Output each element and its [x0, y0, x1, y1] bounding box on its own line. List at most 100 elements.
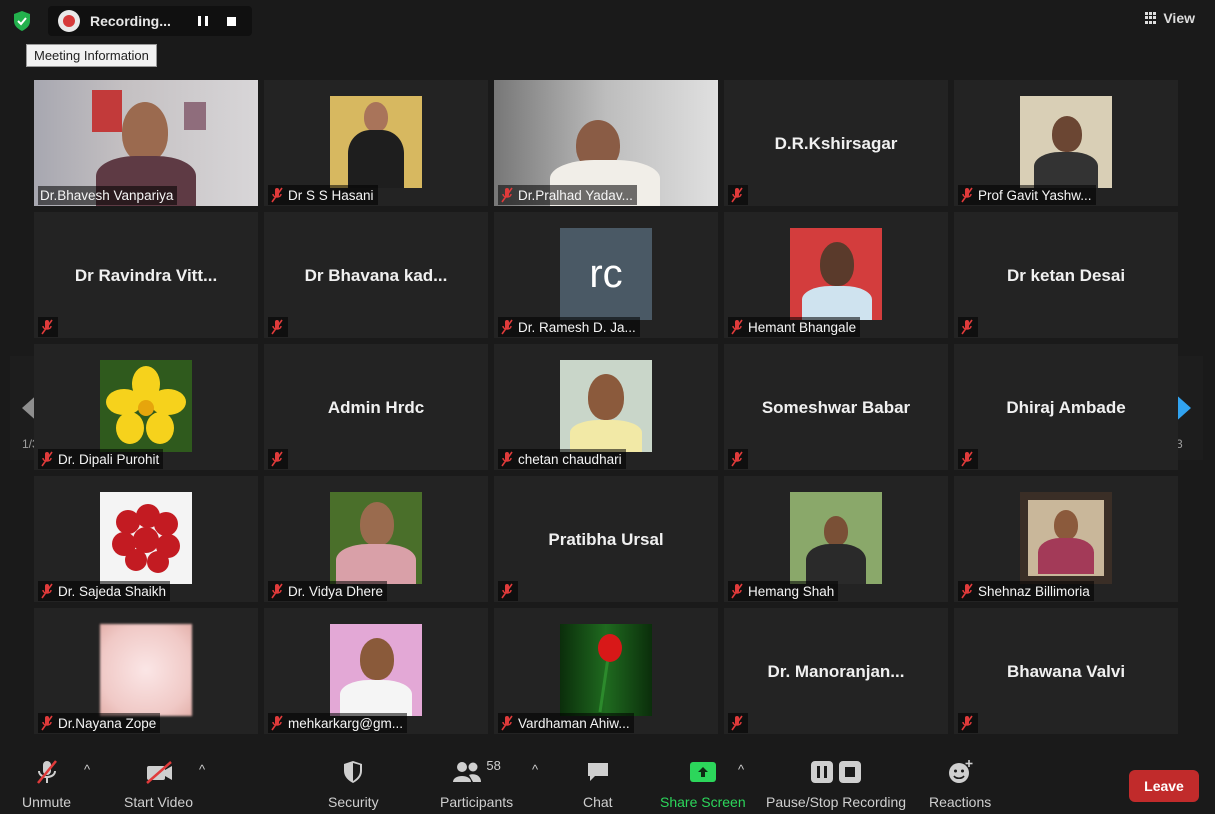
- unmute-button[interactable]: Unmute: [22, 756, 71, 810]
- participants-count: 58: [486, 758, 501, 773]
- recording-indicator: Recording...: [48, 6, 252, 36]
- participant-name-label: Dr. Sajeda Shaikh: [38, 581, 171, 601]
- participants-button[interactable]: 58 Participants: [440, 756, 513, 810]
- participant-display-name: Dr Bhavana kad...: [304, 266, 448, 285]
- participant-name-label: Prof Gavit Yashw...: [958, 185, 1096, 205]
- participant-name-label: [958, 449, 978, 469]
- security-button[interactable]: Security: [328, 756, 379, 810]
- participant-name: Dr. Dipali Purohit: [58, 451, 160, 467]
- participant-tile[interactable]: Admin Hrdc: [264, 344, 488, 470]
- profile-picture: [1020, 492, 1112, 584]
- profile-picture: [100, 360, 192, 452]
- participant-display-name: D.R.Kshirsagar: [774, 134, 898, 153]
- participant-tile[interactable]: rc Dr. Ramesh D. Ja...: [494, 212, 718, 338]
- muted-microphone-icon: [36, 760, 57, 784]
- muted-mic-icon: [271, 715, 283, 731]
- muted-mic-icon: [961, 583, 973, 599]
- participant-tile[interactable]: Someshwar Babar: [724, 344, 948, 470]
- grid-view-icon: [1145, 12, 1157, 24]
- participant-display-name: Dr ketan Desai: [1006, 266, 1126, 285]
- participant-name: Hemang Shah: [748, 583, 835, 599]
- reactions-emoji-icon: [949, 760, 973, 783]
- participants-label: Participants: [440, 794, 514, 810]
- pause-stop-recording-button[interactable]: Pause/Stop Recording: [766, 756, 906, 810]
- participant-name-label: Hemang Shah: [728, 581, 839, 601]
- participant-tile[interactable]: Shehnaz Billimoria: [954, 476, 1178, 602]
- chat-button[interactable]: Chat: [583, 756, 613, 810]
- participant-tile[interactable]: D.R.Kshirsagar: [724, 80, 948, 206]
- participant-tile[interactable]: Dhiraj Ambade: [954, 344, 1178, 470]
- participant-tile[interactable]: Dr. Vidya Dhere: [264, 476, 488, 602]
- muted-mic-icon: [271, 319, 283, 335]
- participant-display-name: Dr Ravindra Vitt...: [74, 266, 218, 285]
- muted-mic-icon: [501, 583, 513, 599]
- participant-tile[interactable]: Hemant Bhangale: [724, 212, 948, 338]
- participant-tile[interactable]: Prof Gavit Yashw...: [954, 80, 1178, 206]
- roses-image: [112, 504, 180, 573]
- participant-tile[interactable]: Vardhaman Ahiw...: [494, 608, 718, 734]
- profile-picture: [330, 492, 422, 584]
- participant-name-label: mehkarkarg@gm...: [268, 713, 407, 733]
- reactions-button[interactable]: Reactions: [929, 756, 991, 810]
- video-options-caret-icon[interactable]: ^: [199, 762, 205, 777]
- video-grid: Dr.Bhavesh Vanpariya Dr S S Hasani Dr.Pr…: [34, 80, 1179, 738]
- muted-mic-icon: [731, 451, 743, 467]
- share-options-caret-icon[interactable]: ^: [738, 762, 744, 777]
- participant-tile[interactable]: Bhawana Valvi: [954, 608, 1178, 734]
- top-bar: Recording... View: [0, 0, 1215, 40]
- participant-tile[interactable]: Dr ketan Desai: [954, 212, 1178, 338]
- participant-name-label: [38, 317, 58, 337]
- participant-name: Hemant Bhangale: [748, 319, 857, 335]
- meeting-toolbar: Unmute ^ Start Video ^ Security 58 Parti…: [0, 750, 1215, 814]
- profile-picture: [100, 624, 192, 716]
- participant-tile[interactable]: Pratibha Ursal: [494, 476, 718, 602]
- participants-options-caret-icon[interactable]: ^: [532, 762, 538, 777]
- chat-bubble-icon: [587, 763, 608, 781]
- pause-recording-button[interactable]: [193, 11, 213, 31]
- participant-tile[interactable]: Dr.Nayana Zope: [34, 608, 258, 734]
- participant-tile[interactable]: Dr S S Hasani: [264, 80, 488, 206]
- start-video-button[interactable]: Start Video: [124, 756, 193, 810]
- participant-name: Dr S S Hasani: [288, 187, 374, 203]
- participant-name-label: chetan chaudhari: [498, 449, 626, 469]
- stop-recording-icon: [839, 761, 862, 783]
- participant-name-label: [958, 317, 978, 337]
- stop-icon: [226, 16, 236, 26]
- participant-tile[interactable]: Dr.Pralhad Yadav...: [494, 80, 718, 206]
- stop-recording-button[interactable]: [221, 11, 241, 31]
- participant-display-name: Someshwar Babar: [761, 398, 911, 417]
- leave-button[interactable]: Leave: [1129, 770, 1199, 802]
- profile-picture: [560, 360, 652, 452]
- muted-mic-icon: [41, 451, 53, 467]
- participant-tile[interactable]: Dr. Sajeda Shaikh: [34, 476, 258, 602]
- participant-display-name: Bhawana Valvi: [1006, 662, 1126, 681]
- participant-tile[interactable]: Dr.Bhavesh Vanpariya: [34, 80, 258, 206]
- recording-icon: [58, 10, 80, 32]
- muted-mic-icon: [271, 187, 283, 203]
- participant-tile[interactable]: Dr. Manoranjan...: [724, 608, 948, 734]
- participant-tile[interactable]: mehkarkarg@gm...: [264, 608, 488, 734]
- encryption-shield-icon[interactable]: [12, 10, 32, 32]
- share-screen-icon: [689, 762, 716, 782]
- participant-name-label: Dr.Nayana Zope: [38, 713, 161, 733]
- participant-name-label: Shehnaz Billimoria: [958, 581, 1094, 601]
- participant-name: Dr.Bhavesh Vanpariya: [40, 188, 174, 203]
- participant-tile[interactable]: Dr. Dipali Purohit: [34, 344, 258, 470]
- view-button[interactable]: View: [1145, 10, 1195, 26]
- participant-tile[interactable]: Dr Bhavana kad...: [264, 212, 488, 338]
- participant-name-label: [268, 317, 288, 337]
- participant-tile[interactable]: Dr Ravindra Vitt...: [34, 212, 258, 338]
- muted-mic-icon: [41, 715, 53, 731]
- participant-name: Dr. Sajeda Shaikh: [58, 583, 167, 599]
- participant-tile[interactable]: chetan chaudhari: [494, 344, 718, 470]
- participant-display-name: Dhiraj Ambade: [1006, 398, 1126, 417]
- profile-picture: [790, 228, 882, 320]
- share-screen-button[interactable]: Share Screen: [660, 756, 746, 810]
- pause-icon: [198, 16, 208, 26]
- participants-icon: [453, 762, 482, 782]
- participant-name: mehkarkarg@gm...: [288, 715, 403, 731]
- audio-options-caret-icon[interactable]: ^: [84, 762, 90, 777]
- participant-tile[interactable]: Hemang Shah: [724, 476, 948, 602]
- muted-mic-icon: [731, 715, 743, 731]
- muted-mic-icon: [271, 451, 283, 467]
